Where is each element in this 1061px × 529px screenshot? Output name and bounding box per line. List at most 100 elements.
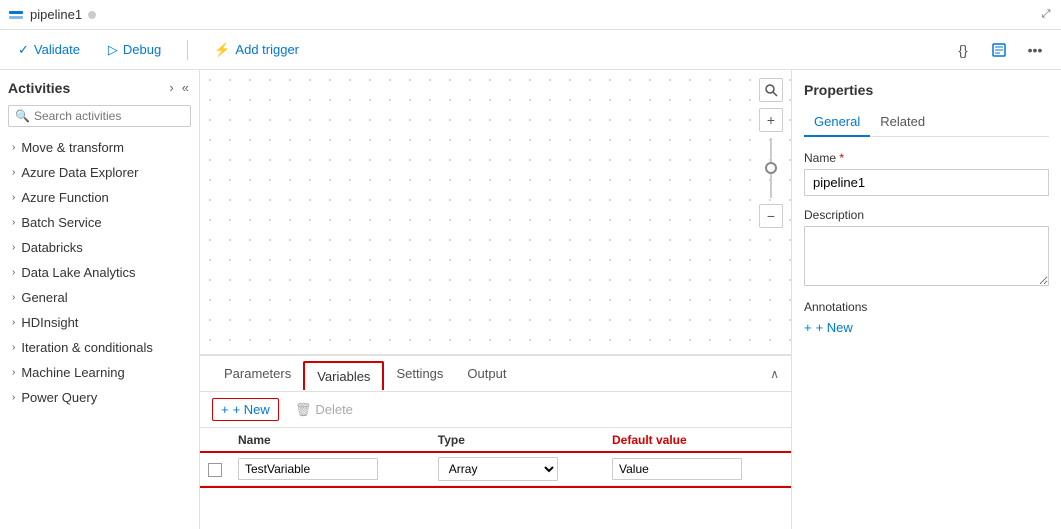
add-trigger-button[interactable]: ⚡ Add trigger <box>208 38 305 62</box>
chevron-icon: › <box>12 217 15 228</box>
chevron-icon: › <box>12 167 15 178</box>
chevron-icon: › <box>12 267 15 278</box>
validate-button[interactable]: ✓ Validate <box>12 38 86 62</box>
chevron-icon: › <box>12 392 15 403</box>
toolbar-right: {} ••• <box>949 36 1049 64</box>
tab-variables[interactable]: Variables <box>303 361 384 390</box>
sidebar-item-batch-service[interactable]: › Batch Service <box>0 210 199 235</box>
sidebar-item-azure-data-explorer[interactable]: › Azure Data Explorer <box>0 160 199 185</box>
play-icon: ▷ <box>108 42 118 58</box>
sidebar-item-azure-function[interactable]: › Azure Function <box>0 185 199 210</box>
row-checkbox[interactable] <box>208 463 222 477</box>
chevron-icon: › <box>12 292 15 303</box>
chevron-icon: › <box>12 142 15 153</box>
trigger-icon: ⚡ <box>214 42 230 58</box>
sidebar-item-move-&-transform[interactable]: › Move & transform <box>0 135 199 160</box>
plus-icon-annotation: + <box>804 320 812 335</box>
sidebar-item-power-query[interactable]: › Power Query <box>0 385 199 410</box>
debug-label: Debug <box>123 42 161 57</box>
activities-title: Activities <box>8 80 70 96</box>
properties-title: Properties <box>804 82 1049 98</box>
properties-panel: Properties General Related Name * Descri… <box>791 70 1061 529</box>
bottom-panel: Parameters Variables Settings Output ∧ +… <box>200 354 791 529</box>
name-input[interactable] <box>804 169 1049 196</box>
required-marker: * <box>839 151 844 165</box>
search-icon: 🔍 <box>15 109 30 123</box>
sidebar-header: Activities › « <box>0 70 199 101</box>
sidebar-item-label: General <box>21 290 67 305</box>
pipeline-icon <box>8 7 24 23</box>
sidebar-item-hdinsight[interactable]: › HDInsight <box>0 310 199 335</box>
sidebar-item-label: HDInsight <box>21 315 78 330</box>
collapse-icon[interactable]: › <box>167 78 175 97</box>
plus-icon: + <box>221 402 229 417</box>
chevron-icon: › <box>12 317 15 328</box>
zoom-search-icon[interactable] <box>759 78 783 102</box>
sidebar-item-data-lake-analytics[interactable]: › Data Lake Analytics <box>0 260 199 285</box>
zoom-in-button[interactable]: + <box>759 108 783 132</box>
activities-sidebar: Activities › « 🔍 › Move & transform › Azure… <box>0 70 200 529</box>
row-checkbox-cell <box>200 453 230 486</box>
description-label: Description <box>804 208 1049 222</box>
variable-name-input[interactable] <box>238 458 378 480</box>
sidebar-collapse-icons: › « <box>167 78 191 97</box>
chevron-icon: › <box>12 242 15 253</box>
code-button[interactable]: {} <box>949 36 977 64</box>
prop-tab-general[interactable]: General <box>804 108 870 137</box>
canvas[interactable]: + − <box>200 70 791 354</box>
zoom-out-button[interactable]: − <box>759 204 783 228</box>
delete-icon: 🗑 <box>295 402 312 418</box>
variable-type-select[interactable]: Array String Boolean Integer <box>438 457 558 481</box>
chevron-icon: › <box>12 367 15 378</box>
sidebar-item-machine-learning[interactable]: ›Machine Learning <box>0 360 199 385</box>
canvas-background <box>200 70 791 354</box>
toolbar-separator <box>187 40 188 60</box>
checkmark-icon: ✓ <box>18 42 29 58</box>
sidebar-item-databricks[interactable]: › Databricks <box>0 235 199 260</box>
sidebar-item-label: Batch Service <box>21 215 101 230</box>
sidebar-item-iteration-&-conditionals[interactable]: ›Iteration & conditionals <box>0 335 199 360</box>
sidebar-item-label: Move & transform <box>21 140 124 155</box>
new-variable-button[interactable]: + + New <box>212 398 279 421</box>
row-default-cell <box>604 453 791 486</box>
annotations-title: Annotations <box>804 300 1049 314</box>
zoom-controls: + − <box>759 78 783 228</box>
sidebar-item-label: Azure Data Explorer <box>21 165 138 180</box>
title-bar-controls: ⤢ <box>1039 8 1053 22</box>
validate-label: Validate <box>34 42 80 57</box>
sidebar-item-general[interactable]: › General <box>0 285 199 310</box>
name-label: Name * <box>804 151 1049 165</box>
variables-table: Name Type Default value Array String Boo… <box>200 428 791 529</box>
new-annotation-button[interactable]: + + New <box>804 320 853 335</box>
sidebar-item-label: Power Query <box>21 390 97 405</box>
description-textarea[interactable] <box>804 226 1049 286</box>
restore-icon[interactable]: ⤢ <box>1039 8 1053 22</box>
delete-label: Delete <box>315 402 353 417</box>
double-collapse-icon[interactable]: « <box>180 78 191 97</box>
tab-output[interactable]: Output <box>455 358 518 391</box>
search-box[interactable]: 🔍 <box>8 105 191 127</box>
main-area: Activities › « 🔍 › Move & transform › Azure… <box>0 70 1061 529</box>
row-name-cell <box>230 453 430 486</box>
bottom-tab-bar: Parameters Variables Settings Output ∧ <box>200 356 791 392</box>
search-input[interactable] <box>34 109 184 123</box>
debug-button[interactable]: ▷ Debug <box>102 38 167 62</box>
sidebar-item-label: Azure Function <box>21 190 108 205</box>
new-annotation-label: + New <box>816 320 853 335</box>
sidebar-item-label: Data Lake Analytics <box>21 265 135 280</box>
tab-settings[interactable]: Settings <box>384 358 455 391</box>
panel-collapse-icon[interactable]: ∧ <box>770 367 779 381</box>
zoom-slider[interactable] <box>770 134 772 202</box>
unsaved-dot <box>88 11 96 19</box>
note-button[interactable] <box>985 36 1013 64</box>
chevron-icon: › <box>12 192 15 203</box>
delete-variable-button[interactable]: 🗑 Delete <box>287 399 361 421</box>
prop-tab-related[interactable]: Related <box>870 108 935 137</box>
tab-parameters[interactable]: Parameters <box>212 358 303 391</box>
properties-tabs: General Related <box>804 108 1049 137</box>
sidebar-item-label: Databricks <box>21 240 82 255</box>
variable-default-input[interactable] <box>612 458 742 480</box>
more-button[interactable]: ••• <box>1021 36 1049 64</box>
toolbar: ✓ Validate ▷ Debug ⚡ Add trigger {} ••• <box>0 30 1061 70</box>
table-row: Array String Boolean Integer <box>200 453 791 486</box>
